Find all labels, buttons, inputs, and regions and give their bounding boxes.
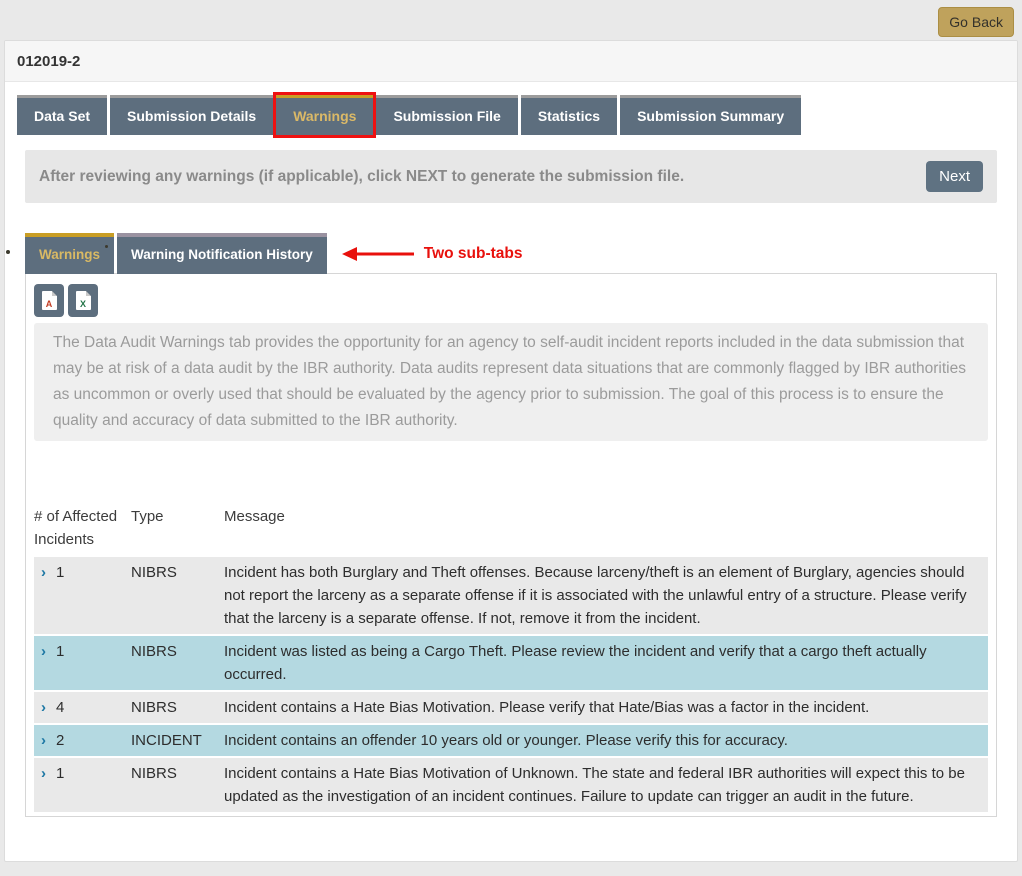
col-header-message: Message (224, 505, 988, 551)
export-pdf-button[interactable] (34, 284, 64, 317)
count-cell: 1 (56, 564, 64, 581)
tab-submission-details[interactable]: Submission Details (110, 95, 273, 135)
submission-panel: 012019-2 Data Set Submission Details War… (4, 40, 1018, 862)
type-cell: NIBRS (131, 561, 224, 630)
notice-bar: After reviewing any warnings (if applica… (25, 150, 997, 203)
chevron-right-icon[interactable]: › (41, 762, 46, 785)
table-row: › 1 NIBRS Incident was listed as being a … (34, 636, 988, 692)
pdf-file-icon (42, 291, 57, 310)
tab-data-set[interactable]: Data Set (17, 95, 107, 135)
type-cell: INCIDENT (131, 729, 224, 752)
warnings-tab-content: The Data Audit Warnings tab provides the… (25, 273, 997, 817)
next-button[interactable]: Next (926, 161, 983, 192)
sub-tab-bar: Warnings Warning Notification History Tw… (25, 233, 1005, 274)
message-cell: Incident was listed as being a Cargo The… (224, 640, 988, 686)
excel-file-icon (76, 291, 91, 310)
chevron-right-icon[interactable]: › (41, 640, 46, 663)
export-toolbar (34, 284, 989, 317)
message-cell: Incident contains a Hate Bias Motivation… (224, 762, 988, 808)
page-title: 012019-2 (5, 41, 1017, 82)
main-tab-bar: Data Set Submission Details Warnings Sub… (17, 95, 1005, 135)
table-row: › 1 NIBRS Incident contains a Hate Bias M… (34, 758, 988, 812)
table-row: › 2 INCIDENT Incident contains an offende… (34, 725, 988, 758)
table-row: › 4 NIBRS Incident contains a Hate Bias M… (34, 692, 988, 725)
annotation-dot (6, 250, 10, 254)
go-back-button[interactable]: Go Back (938, 7, 1014, 37)
tab-warnings[interactable]: Warnings (276, 95, 373, 135)
description-text: The Data Audit Warnings tab provides the… (34, 323, 988, 441)
left-arrow-icon (342, 246, 414, 262)
annotation-dot (105, 245, 108, 248)
count-cell: 1 (56, 643, 64, 660)
col-header-type: Type (131, 505, 224, 551)
col-header-count: # of Affected Incidents (34, 505, 131, 551)
chevron-right-icon[interactable]: › (41, 696, 46, 719)
subtab-warnings-label: Warnings (39, 247, 100, 262)
export-excel-button[interactable] (68, 284, 98, 317)
table-row: › 1 NIBRS Incident has both Burglary and … (34, 557, 988, 636)
type-cell: NIBRS (131, 696, 224, 719)
table-header-row: # of Affected Incidents Type Message (34, 505, 988, 557)
notice-text: After reviewing any warnings (if applica… (39, 168, 926, 186)
subtab-warning-notification-history[interactable]: Warning Notification History (117, 233, 327, 274)
tab-submission-summary[interactable]: Submission Summary (620, 95, 801, 135)
panel-body: Data Set Submission Details Warnings Sub… (5, 82, 1017, 817)
annotation-text: Two sub-tabs (424, 245, 523, 263)
count-cell: 1 (56, 765, 64, 782)
message-cell: Incident contains an offender 10 years o… (224, 729, 988, 752)
subtab-warnings[interactable]: Warnings (25, 233, 114, 274)
count-cell: 2 (56, 732, 64, 749)
message-cell: Incident contains a Hate Bias Motivation… (224, 696, 988, 719)
tab-statistics[interactable]: Statistics (521, 95, 617, 135)
count-cell: 4 (56, 699, 64, 716)
chevron-right-icon[interactable]: › (41, 729, 46, 752)
type-cell: NIBRS (131, 762, 224, 808)
annotation: Two sub-tabs (342, 245, 523, 263)
type-cell: NIBRS (131, 640, 224, 686)
message-cell: Incident has both Burglary and Theft off… (224, 561, 988, 630)
warnings-table: # of Affected Incidents Type Message › 1 … (34, 505, 988, 812)
tab-submission-file[interactable]: Submission File (376, 95, 517, 135)
chevron-right-icon[interactable]: › (41, 561, 46, 584)
